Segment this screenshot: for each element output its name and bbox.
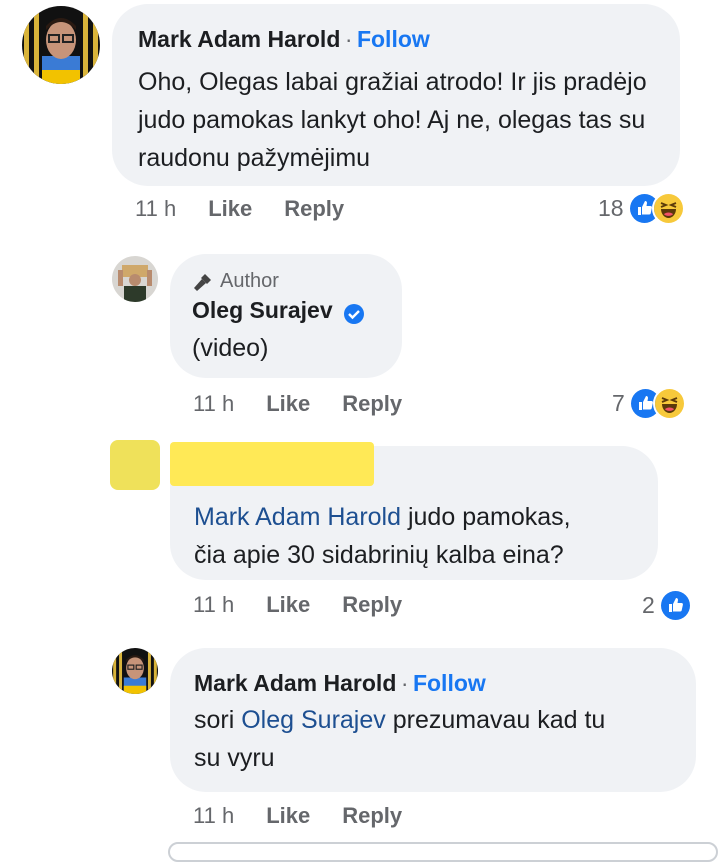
mention-link[interactable]: Mark Adam Harold: [194, 503, 401, 531]
reaction-count: 7: [612, 390, 625, 416]
avatar-mark-adam-harold[interactable]: [112, 648, 158, 694]
like-button[interactable]: Like: [266, 391, 310, 417]
comment-text-part: judo pamokas,: [401, 503, 571, 531]
verified-badge-icon: [344, 303, 365, 324]
separator-dot: ·: [400, 670, 409, 696]
comment-timestamp[interactable]: 11 h: [193, 391, 234, 417]
reaction-summary[interactable]: 18: [598, 192, 685, 225]
reply-button[interactable]: Reply: [342, 803, 402, 829]
comment-bubble: Mark Adam Harold · Follow Oho, Olegas la…: [112, 4, 680, 186]
comment-text-line: čia apie 30 sidabrinių kalba eina?: [194, 541, 564, 569]
like-button[interactable]: Like: [208, 196, 252, 222]
comment-actions: 11 h Like Reply: [193, 803, 402, 829]
separator-dot: ·: [344, 26, 353, 52]
comment-bubble: Mark Adam Harold · Follow sori Oleg Sura…: [170, 648, 696, 792]
comment-author-name[interactable]: Mark Adam Harold: [138, 26, 340, 52]
mention-link[interactable]: Oleg Surajev: [241, 706, 386, 734]
comment-text-part: prezumavau kad tu: [385, 706, 606, 734]
reaction-summary[interactable]: 7: [612, 387, 686, 420]
comment-author-name[interactable]: Mark Adam Harold: [194, 670, 396, 696]
person-photo-icon: [112, 648, 158, 694]
avatar-mark-adam-harold[interactable]: [22, 6, 100, 84]
person-photo-icon: [112, 256, 158, 302]
comment-timestamp[interactable]: 11 h: [135, 196, 176, 222]
comment-actions: 11 h Like Reply: [193, 592, 402, 618]
comment-bubble: Author Oleg Surajev (video): [170, 254, 402, 378]
comment-text-part: sori: [194, 706, 242, 734]
redaction-highlight: [170, 442, 374, 486]
comment-text-line: su vyru: [194, 744, 275, 772]
haha-icon: [652, 387, 686, 420]
reply-input-edge[interactable]: [168, 842, 718, 862]
comment-author-name[interactable]: Oleg Surajev: [192, 297, 333, 323]
follow-button[interactable]: Follow: [413, 670, 486, 696]
avatar-redacted[interactable]: [110, 440, 160, 490]
like-button[interactable]: Like: [266, 592, 310, 618]
comment-bubble: Mark Adam Harold judo pamokas, čia apie …: [170, 442, 658, 580]
like-button[interactable]: Like: [266, 803, 310, 829]
reply-button[interactable]: Reply: [342, 592, 402, 618]
microphone-icon: [194, 273, 211, 291]
comment-text: sori Oleg Surajev prezumavau kad tu: [194, 701, 672, 739]
avatar-oleg-surajev[interactable]: [112, 256, 158, 302]
reaction-count: 2: [642, 592, 655, 618]
haha-icon: [651, 192, 685, 225]
reply-button[interactable]: Reply: [284, 196, 344, 222]
author-badge-label: Author: [220, 270, 279, 292]
comment-actions: 11 h Like Reply: [193, 391, 402, 417]
like-icon: [658, 589, 692, 622]
reply-button[interactable]: Reply: [342, 391, 402, 417]
comment-timestamp[interactable]: 11 h: [193, 592, 234, 618]
comment-text: Mark Adam Harold judo pamokas,: [194, 498, 634, 536]
comment-timestamp[interactable]: 11 h: [193, 803, 234, 829]
comment-actions: 11 h Like Reply: [135, 196, 344, 222]
person-photo-icon: [22, 6, 100, 84]
author-badge: Author: [192, 270, 380, 293]
comment-text: Oho, Olegas labai gražiai atrodo! Ir jis…: [138, 68, 647, 172]
reaction-summary[interactable]: 2: [642, 589, 692, 622]
comment-text: (video): [192, 333, 269, 362]
reaction-count: 18: [598, 195, 624, 221]
follow-button[interactable]: Follow: [357, 26, 430, 52]
